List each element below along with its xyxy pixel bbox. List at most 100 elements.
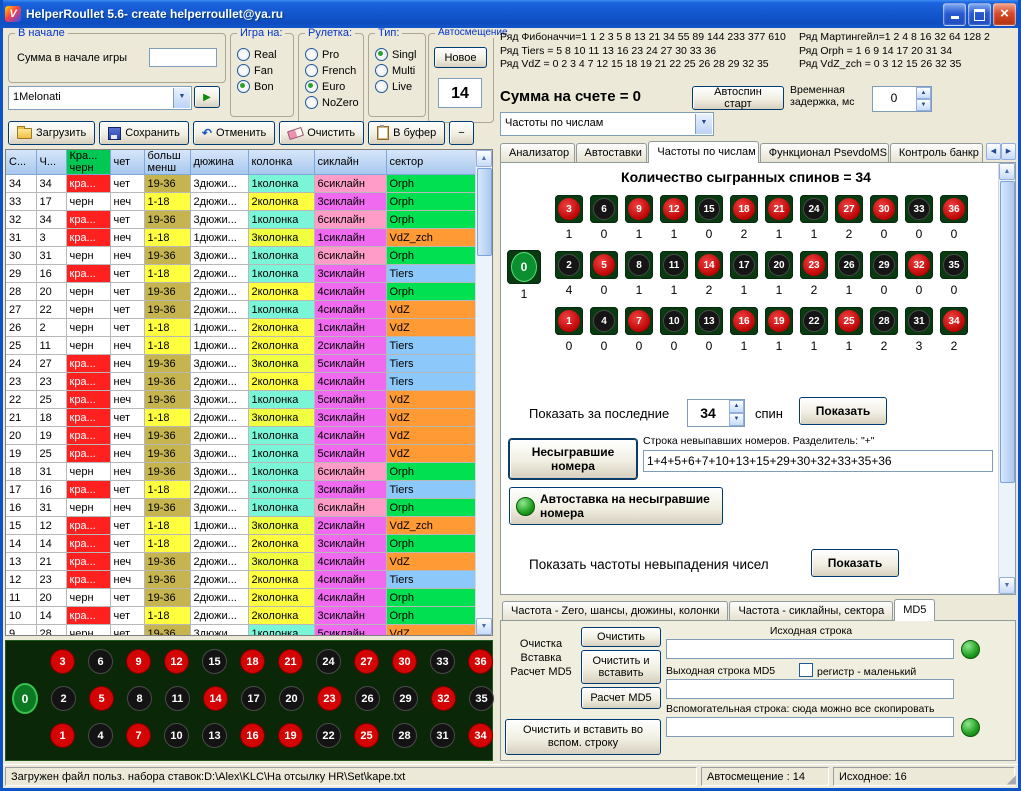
board-number-8[interactable]: 8 [127,686,152,711]
scroll-down-icon[interactable] [476,618,492,635]
freq-number-17[interactable]: 17 [730,251,758,279]
board-number-13[interactable]: 13 [202,723,227,748]
maximize-button[interactable] [968,3,991,26]
md5-clear-aux-button[interactable]: Очистить и вставить во вспом. строку [505,719,661,755]
minus-button[interactable]: − [449,121,473,145]
title-bar[interactable]: V HelperRoullet 5.6- create helperroulle… [0,0,1021,28]
tab-частота-zero-шансы-дюжины-колонки[interactable]: Частота - Zero, шансы, дюжины, колонки [502,601,728,620]
freq-number-10[interactable]: 10 [660,307,688,335]
board-number-15[interactable]: 15 [202,649,227,674]
panel-scrollbar-thumb[interactable] [1000,181,1015,483]
board-number-14[interactable]: 14 [203,686,228,711]
tab-частота-сиклайны-сектора[interactable]: Частота - сиклайны, сектора [729,601,893,620]
board-number-36[interactable]: 36 [468,649,493,674]
freq-number-16[interactable]: 16 [730,307,758,335]
freq-number-22[interactable]: 22 [800,307,828,335]
board-number-11[interactable]: 11 [165,686,190,711]
freq-number-4[interactable]: 4 [590,307,618,335]
board-number-29[interactable]: 29 [393,686,418,711]
last-spins-spinner[interactable]: 34 [687,399,745,427]
show-frequencies-button[interactable]: Показать [799,397,887,425]
freq-number-30[interactable]: 30 [870,195,898,223]
freq-number-12[interactable]: 12 [660,195,688,223]
radio-pro[interactable]: Pro [305,48,363,61]
md5-paste-ball-icon[interactable] [961,640,980,659]
board-number-1[interactable]: 1 [50,723,75,748]
column-header-дюжина[interactable]: дюжина [190,150,248,175]
board-number-32[interactable]: 32 [431,686,456,711]
board-number-30[interactable]: 30 [392,649,417,674]
spinner-down-icon[interactable] [729,413,744,426]
column-header-чет[interactable]: чет [110,150,144,175]
tab-анализатор[interactable]: Анализатор [500,143,575,162]
board-number-19[interactable]: 19 [278,723,303,748]
play-button[interactable] [194,86,220,108]
new-shift-button[interactable]: Новое [434,47,487,68]
scroll-up-icon[interactable] [999,163,1015,180]
freq-number-36[interactable]: 36 [940,195,968,223]
buffer-button[interactable]: В буфер [368,121,445,145]
board-number-25[interactable]: 25 [354,723,379,748]
freq-number-29[interactable]: 29 [870,251,898,279]
missed-numbers-button[interactable]: Несыгравшие номера [509,439,637,479]
md5-clear-paste-button[interactable]: Очистить и вставить [581,650,661,684]
tab-функционал-psevdoms[interactable]: Функционал PsevdoMS [760,143,889,162]
table-scrollbar[interactable] [475,150,492,635]
column-header-с-[interactable]: С... [6,150,36,175]
board-number-23[interactable]: 23 [317,686,342,711]
board-number-20[interactable]: 20 [279,686,304,711]
freq-number-24[interactable]: 24 [800,195,828,223]
close-button[interactable] [993,3,1016,26]
radio-french[interactable]: French [305,64,363,77]
freq-number-14[interactable]: 14 [695,251,723,279]
freq-number-20[interactable]: 20 [765,251,793,279]
board-number-9[interactable]: 9 [126,649,151,674]
chevron-down-icon[interactable] [173,88,190,108]
freq-number-18[interactable]: 18 [730,195,758,223]
freq-number-15[interactable]: 15 [695,195,723,223]
spinner-down-icon[interactable] [916,99,931,111]
board-number-22[interactable]: 22 [316,723,341,748]
md5-aux-ball-icon[interactable] [961,718,980,737]
autospin-start-button[interactable]: Автоспин старт [692,86,784,110]
load-button[interactable]: Загрузить [8,121,95,145]
freq-number-1[interactable]: 1 [555,307,583,335]
board-number-6[interactable]: 6 [88,649,113,674]
md5-calc-button[interactable]: Расчет MD5 [581,687,661,709]
freq-number-28[interactable]: 28 [870,307,898,335]
freq-number-6[interactable]: 6 [590,195,618,223]
board-number-28[interactable]: 28 [392,723,417,748]
radio-multi[interactable]: Multi [375,64,425,77]
md5-register-checkbox[interactable]: регистр - маленький [799,663,916,678]
radio-fan[interactable]: Fan [237,64,293,77]
freq-number-25[interactable]: 25 [835,307,863,335]
scroll-up-icon[interactable] [476,150,492,167]
radio-real[interactable]: Real [237,48,293,61]
board-number-31[interactable]: 31 [430,723,455,748]
freq-number-26[interactable]: 26 [835,251,863,279]
freq-number-23[interactable]: 23 [800,251,828,279]
scroll-down-icon[interactable] [999,577,1015,594]
board-number-21[interactable]: 21 [278,649,303,674]
column-header-больш[interactable]: большменш [144,150,190,175]
radio-singl[interactable]: Singl [375,48,425,61]
resize-grip[interactable] [1007,772,1016,786]
freq-number-0[interactable]: 0 [507,250,541,284]
freq-number-7[interactable]: 7 [625,307,653,335]
freq-number-5[interactable]: 5 [590,251,618,279]
freq-number-2[interactable]: 2 [555,251,583,279]
minimize-button[interactable] [943,3,966,26]
freq-number-33[interactable]: 33 [905,195,933,223]
tab-контроль-банкр[interactable]: Контроль банкр [890,143,983,162]
clear-button[interactable]: Очистить [279,121,364,145]
checkbox-icon[interactable] [799,663,813,677]
panel-scrollbar[interactable] [998,163,1015,594]
board-number-34[interactable]: 34 [468,723,493,748]
mode-select[interactable]: Частоты по числам [500,112,714,136]
column-header-кра-[interactable]: Кра...черн [66,150,110,175]
board-number-0[interactable]: 0 [12,683,38,714]
column-header-сектор[interactable]: сектор [386,150,476,175]
spinner-up-icon[interactable] [916,87,931,99]
board-number-2[interactable]: 2 [51,686,76,711]
board-number-10[interactable]: 10 [164,723,189,748]
